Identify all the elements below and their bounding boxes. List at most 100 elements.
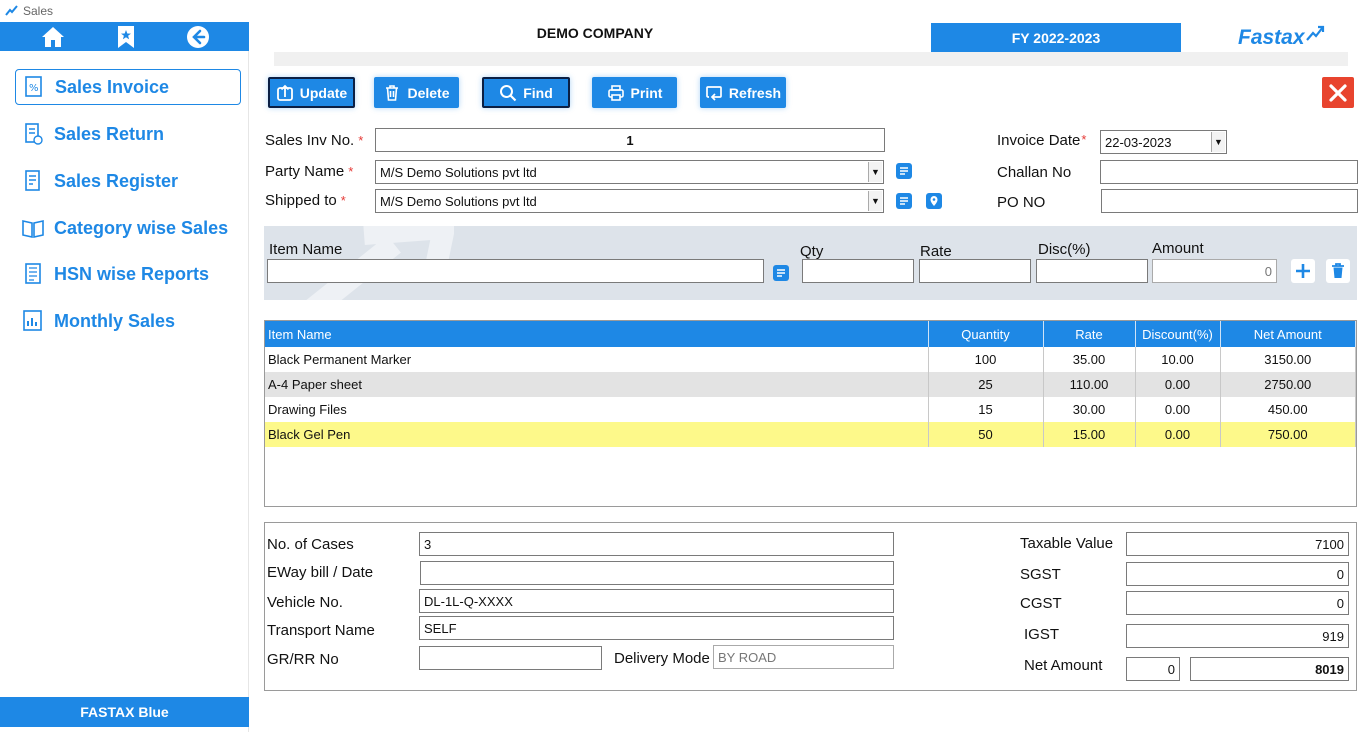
net-amount-field[interactable]: 8019 <box>1190 657 1349 681</box>
svg-text:%: % <box>29 83 39 94</box>
home-icon[interactable] <box>40 25 66 49</box>
update-button[interactable]: Update <box>268 77 355 108</box>
window-titlebar: Sales <box>0 0 1366 22</box>
bookmark-icon[interactable] <box>113 25 139 49</box>
trash-icon <box>1332 263 1344 278</box>
list-icon[interactable] <box>773 265 789 281</box>
cell-discount: 10.00 <box>1135 347 1221 372</box>
sidebar-item-sales-invoice[interactable]: % Sales Invoice <box>15 69 241 105</box>
print-label: Print <box>630 84 663 101</box>
column-header-rate[interactable]: Rate <box>1043 321 1136 347</box>
invoice-icon: % <box>25 76 42 97</box>
column-header-discount[interactable]: Discount(%) <box>1135 321 1221 347</box>
dropdown-arrow-icon[interactable]: ▼ <box>1211 132 1225 152</box>
shipped-to-combo[interactable]: M/S Demo Solutions pvt ltd ▼ <box>375 189 884 213</box>
location-pin-icon[interactable] <box>926 193 942 209</box>
app-logo-icon <box>5 5 18 16</box>
close-button[interactable] <box>1322 77 1354 108</box>
eway-bill-field[interactable] <box>420 561 894 585</box>
plus-icon <box>1296 264 1310 278</box>
delivery-mode-label: Delivery Mode <box>614 650 710 667</box>
cell-net-amount: 450.00 <box>1220 397 1356 422</box>
cell-discount: 0.00 <box>1135 422 1221 447</box>
qty-label: Qty <box>800 243 824 260</box>
delete-button[interactable]: Delete <box>374 77 459 108</box>
column-header-item-name[interactable]: Item Name <box>265 321 929 347</box>
back-arrow-icon[interactable] <box>185 25 211 49</box>
disc-label: Disc(%) <box>1038 241 1091 258</box>
column-header-net-amount[interactable]: Net Amount <box>1220 321 1356 347</box>
eway-bill-label: EWay bill / Date <box>267 564 374 581</box>
add-item-button[interactable] <box>1291 259 1315 283</box>
sidebar-item-sales-return[interactable]: Sales Return <box>15 116 241 152</box>
list-icon[interactable] <box>896 163 912 179</box>
cell-discount: 0.00 <box>1135 397 1221 422</box>
sidebar-item-hsn-wise-reports[interactable]: HSN wise Reports <box>15 256 241 292</box>
header-divider <box>274 52 1348 66</box>
delete-label: Delete <box>407 84 450 101</box>
sidebar-item-label: Sales Invoice <box>55 76 170 97</box>
invoice-date-picker[interactable]: 22-03-2023 ▼ <box>1100 130 1227 154</box>
amount-label: Amount <box>1152 240 1204 257</box>
po-no-label: PO NO <box>997 194 1046 211</box>
po-no-field[interactable] <box>1101 189 1358 213</box>
sidebar-item-sales-register[interactable]: Sales Register <box>15 163 241 199</box>
taxable-value-label: Taxable Value <box>1020 535 1114 552</box>
brand-logo: Fastax <box>1238 26 1305 49</box>
refresh-button[interactable]: Refresh <box>700 77 786 108</box>
update-label: Update <box>299 84 348 101</box>
table-row[interactable]: Black Permanent Marker 100 35.00 10.00 3… <box>265 347 1356 372</box>
list-icon[interactable] <box>896 193 912 209</box>
sales-inv-no-label: Sales Inv No. * <box>265 132 364 149</box>
column-header-quantity[interactable]: Quantity <box>928 321 1044 347</box>
financial-year-badge: FY 2022-2023 <box>931 23 1181 52</box>
transport-name-field[interactable]: SELF <box>419 616 894 640</box>
gr-rr-no-field[interactable] <box>419 646 602 670</box>
challan-no-field[interactable] <box>1100 160 1358 184</box>
sidebar-item-monthly-sales[interactable]: Monthly Sales <box>15 303 241 339</box>
no-of-cases-field[interactable]: 3 <box>419 532 894 556</box>
sidebar-item-label: Monthly Sales <box>54 310 176 331</box>
igst-field[interactable]: 919 <box>1126 624 1349 648</box>
table-row[interactable]: A-4 Paper sheet 25 110.00 0.00 2750.00 <box>265 372 1356 397</box>
cell-item-name: Drawing Files <box>265 397 929 422</box>
cell-rate: 30.00 <box>1043 397 1136 422</box>
sidebar-item-category-wise-sales[interactable]: Category wise Sales <box>15 210 241 246</box>
dropdown-arrow-icon[interactable]: ▼ <box>868 191 882 211</box>
find-button[interactable]: Find <box>482 77 570 108</box>
sales-inv-no-field[interactable]: 1 <box>375 128 885 152</box>
net-amount-adjust-field[interactable]: 0 <box>1126 657 1180 681</box>
table-row[interactable]: Drawing Files 15 30.00 0.00 450.00 <box>265 397 1356 422</box>
cgst-label: CGST <box>1020 595 1062 612</box>
item-name-input[interactable] <box>267 259 764 283</box>
sidebar-item-label: Sales Register <box>54 170 179 191</box>
brand-logo-icon <box>1306 25 1325 41</box>
cell-quantity: 25 <box>928 372 1044 397</box>
table-row-selected[interactable]: Black Gel Pen 50 15.00 0.00 750.00 <box>265 422 1356 447</box>
party-name-value: M/S Demo Solutions pvt ltd <box>380 164 537 180</box>
rate-label: Rate <box>920 243 952 260</box>
sgst-field[interactable]: 0 <box>1126 562 1349 586</box>
register-icon <box>25 170 40 191</box>
cell-net-amount: 3150.00 <box>1220 347 1356 372</box>
shipped-to-value: M/S Demo Solutions pvt ltd <box>380 193 537 209</box>
vehicle-no-field[interactable]: DL-1L-Q-XXXX <box>419 589 894 613</box>
cgst-field[interactable]: 0 <box>1126 591 1349 615</box>
remove-item-button[interactable] <box>1326 259 1350 283</box>
taxable-value-field[interactable]: 7100 <box>1126 532 1349 556</box>
amount-input[interactable]: 0 <box>1152 259 1277 283</box>
delivery-mode-field[interactable]: BY ROAD <box>713 645 894 669</box>
rate-input[interactable] <box>919 259 1031 283</box>
cell-item-name: Black Permanent Marker <box>265 347 929 372</box>
party-name-label: Party Name * <box>265 163 354 180</box>
party-name-combo[interactable]: M/S Demo Solutions pvt ltd ▼ <box>375 160 884 184</box>
cell-quantity: 15 <box>928 397 1044 422</box>
cell-rate: 15.00 <box>1043 422 1136 447</box>
qty-input[interactable] <box>802 259 914 283</box>
print-button[interactable]: Print <box>592 77 677 108</box>
dropdown-arrow-icon[interactable]: ▼ <box>868 162 882 182</box>
disc-input[interactable] <box>1036 259 1148 283</box>
cell-item-name: Black Gel Pen <box>265 422 929 447</box>
items-grid: Item Name Quantity Rate Discount(%) Net … <box>264 320 1357 507</box>
cell-discount: 0.00 <box>1135 372 1221 397</box>
